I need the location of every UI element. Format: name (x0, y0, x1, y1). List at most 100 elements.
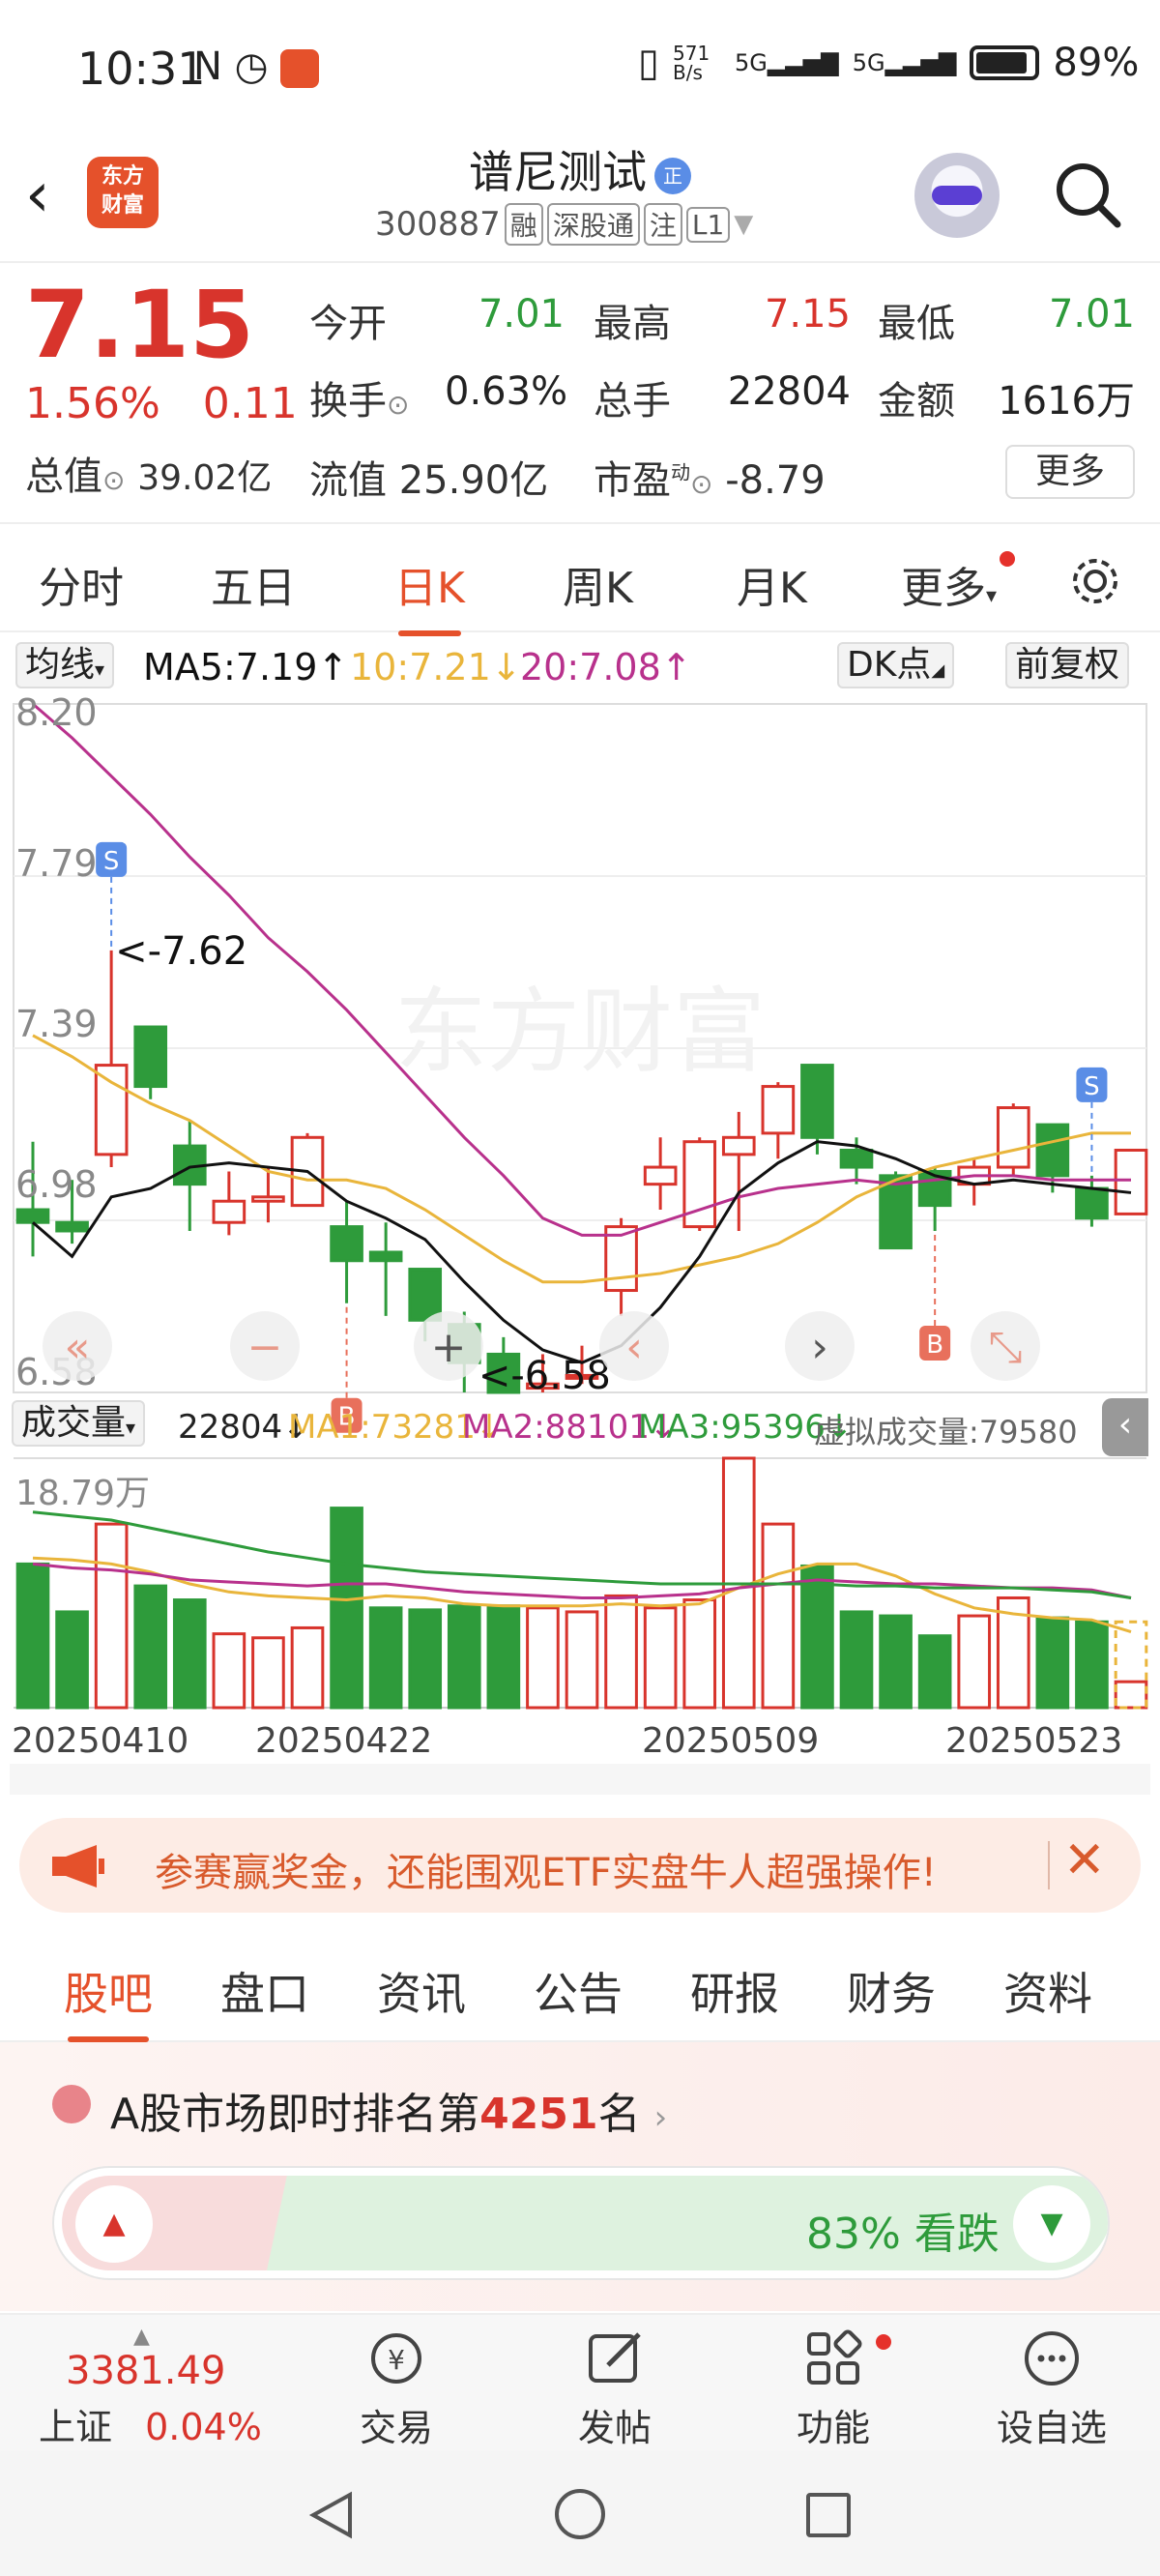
dk-point-button[interactable]: DK点◢ (837, 642, 955, 688)
bottom-navigation: ▲ 3381.49 上证 0.04% ¥ 交易 发帖 功能 设自选 (0, 2313, 1160, 2450)
trade-icon: ¥ (371, 2333, 421, 2384)
zoom-out-icon[interactable]: − (230, 1311, 300, 1381)
candle (251, 1195, 285, 1203)
nav-trade[interactable]: ¥ 交易 (329, 2328, 464, 2451)
tab-five-day[interactable]: 五日 (211, 553, 296, 615)
candle (408, 1268, 443, 1322)
notification-dot (876, 2334, 891, 2350)
volume-bar (526, 1606, 560, 1710)
scroll-left-icon[interactable]: ‹ (599, 1311, 669, 1381)
index-name: 上证 (39, 2406, 113, 2448)
turnover-value: 0.63% (445, 369, 568, 414)
battery-icon (970, 45, 1040, 80)
indicator-select[interactable]: 均线▾ (15, 642, 115, 688)
info-icon: ⊙ (690, 468, 713, 500)
date-label: 20250509 (642, 1721, 819, 1761)
tab-monthly-k[interactable]: 月K (737, 553, 807, 615)
gear-icon[interactable] (1067, 553, 1123, 609)
volume-bar (212, 1632, 246, 1710)
candle (839, 1148, 874, 1169)
tab-intraday[interactable]: 分时 (39, 553, 124, 615)
turnover-label: 换手⊙ (309, 379, 410, 424)
volume-bar (1035, 1616, 1070, 1710)
volume-bar (1114, 1680, 1148, 1710)
status-notification-icons: N ◷ (193, 44, 320, 89)
svg-text:⤡: ⤡ (988, 1323, 1022, 1372)
volume-bar (1075, 1620, 1109, 1710)
volume-bar (447, 1604, 481, 1710)
candle (212, 1199, 246, 1224)
tab-orderbook[interactable]: 盘口 (220, 1959, 309, 2023)
rank-text[interactable]: A股市场即时排名第4251名 › (110, 2079, 667, 2141)
tab-research[interactable]: 研报 (690, 1959, 779, 2023)
assistant-robot-icon[interactable] (914, 153, 1000, 238)
svg-text:«: « (65, 1323, 91, 1372)
tag-level: L1 (685, 206, 731, 243)
volume-label: 总手 (594, 379, 671, 424)
tab-profile[interactable]: 资料 (1003, 1959, 1092, 2023)
close-icon[interactable]: ✕ (1063, 1831, 1106, 1889)
buy-marker-label: B (926, 1331, 943, 1360)
volume-bar (368, 1606, 403, 1710)
zoom-in-icon[interactable]: + (414, 1311, 483, 1381)
fast-back-icon[interactable]: « (43, 1311, 112, 1381)
volume-bar (133, 1584, 168, 1710)
scroll-right-icon[interactable]: › (785, 1311, 855, 1381)
system-back-icon[interactable] (305, 2489, 358, 2541)
tab-more[interactable]: 更多▾ (901, 553, 997, 615)
tab-announcements[interactable]: 公告 (534, 1959, 623, 2023)
volume-bar (957, 1614, 992, 1710)
tab-guba[interactable]: 股吧 (64, 1959, 153, 2042)
search-icon[interactable] (1052, 159, 1121, 228)
candle (643, 1165, 678, 1186)
nav-post[interactable]: 发帖 (547, 2328, 682, 2451)
nav-functions[interactable]: 功能 (766, 2328, 901, 2451)
sentiment-vote-bar: ▲ 83% 看跌 ▼ (52, 2166, 1110, 2280)
tag-margin: 融 (504, 203, 543, 246)
volume-value: 22804 (727, 369, 851, 414)
svg-text:−: − (247, 1323, 283, 1372)
volume-indicator-select[interactable]: 成交量▾ (12, 1400, 146, 1447)
amount-value: 1616万 (998, 379, 1135, 424)
promo-banner[interactable]: 参赛赢奖金，还能围观ETF实盘牛人超强操作! ✕ (19, 1818, 1141, 1913)
current-price: 7.15 (25, 271, 254, 379)
tab-news[interactable]: 资讯 (377, 1959, 466, 2023)
volume-bar (290, 1625, 325, 1710)
kline-chart[interactable]: 东方财富 8.207.797.396.986.58 <-7.62<-6.58SS… (0, 696, 1160, 1795)
system-recents-icon[interactable] (802, 2489, 855, 2541)
battery-level: 89% (1053, 41, 1140, 85)
stock-code: 300887 (375, 205, 501, 244)
system-navigation-bar (0, 2450, 1160, 2576)
open-label: 今开 (309, 302, 387, 346)
y-tick-label: 6.98 (15, 1163, 98, 1206)
rank-chart-icon (52, 2085, 91, 2123)
tab-finance[interactable]: 财务 (847, 1959, 936, 2023)
volume-max-label: 18.79万 (15, 1474, 150, 1513)
ma5-value: MA5:7.19↑ (143, 646, 349, 688)
vote-down-button[interactable]: ▼ (1013, 2185, 1090, 2263)
date-label: 20250523 (945, 1721, 1122, 1761)
system-home-icon[interactable] (553, 2487, 607, 2541)
svg-text:›: › (811, 1323, 828, 1372)
ma10-value: 10:7.21↓ (350, 646, 522, 688)
stock-code-row[interactable]: 300887 融 深股通 注 L1 ▼ (375, 203, 753, 246)
vote-up-button[interactable]: ▲ (75, 2185, 153, 2263)
price-adjust-button[interactable]: 前复权 (1005, 642, 1130, 688)
svg-text:+: + (431, 1323, 467, 1372)
more-quote-button[interactable]: 更多 (1005, 445, 1135, 499)
index-ticker[interactable]: ▲ 3381.49 上证 0.04% (39, 2325, 290, 2450)
svg-text:¥: ¥ (388, 2344, 405, 2376)
tab-daily-k[interactable]: 日K (394, 553, 465, 636)
collapse-panel-button[interactable]: ‹ (1102, 1398, 1148, 1456)
candle (721, 1135, 756, 1156)
market-rank-card: A股市场即时排名第4251名 › ▲ 83% 看跌 ▼ (0, 2042, 1160, 2311)
volume-bar (55, 1610, 89, 1710)
fullscreen-icon[interactable]: ⤡ (971, 1311, 1040, 1381)
promo-text: 参赛赢奖金，还能围观ETF实盘牛人超强操作! (155, 1851, 937, 1895)
volume-bar (172, 1598, 207, 1710)
candle (1114, 1148, 1148, 1215)
volume-bar (604, 1594, 638, 1710)
tab-weekly-k[interactable]: 周K (563, 553, 633, 615)
megaphone-icon (52, 1845, 104, 1888)
nav-add-watchlist[interactable]: 设自选 (984, 2328, 1119, 2451)
